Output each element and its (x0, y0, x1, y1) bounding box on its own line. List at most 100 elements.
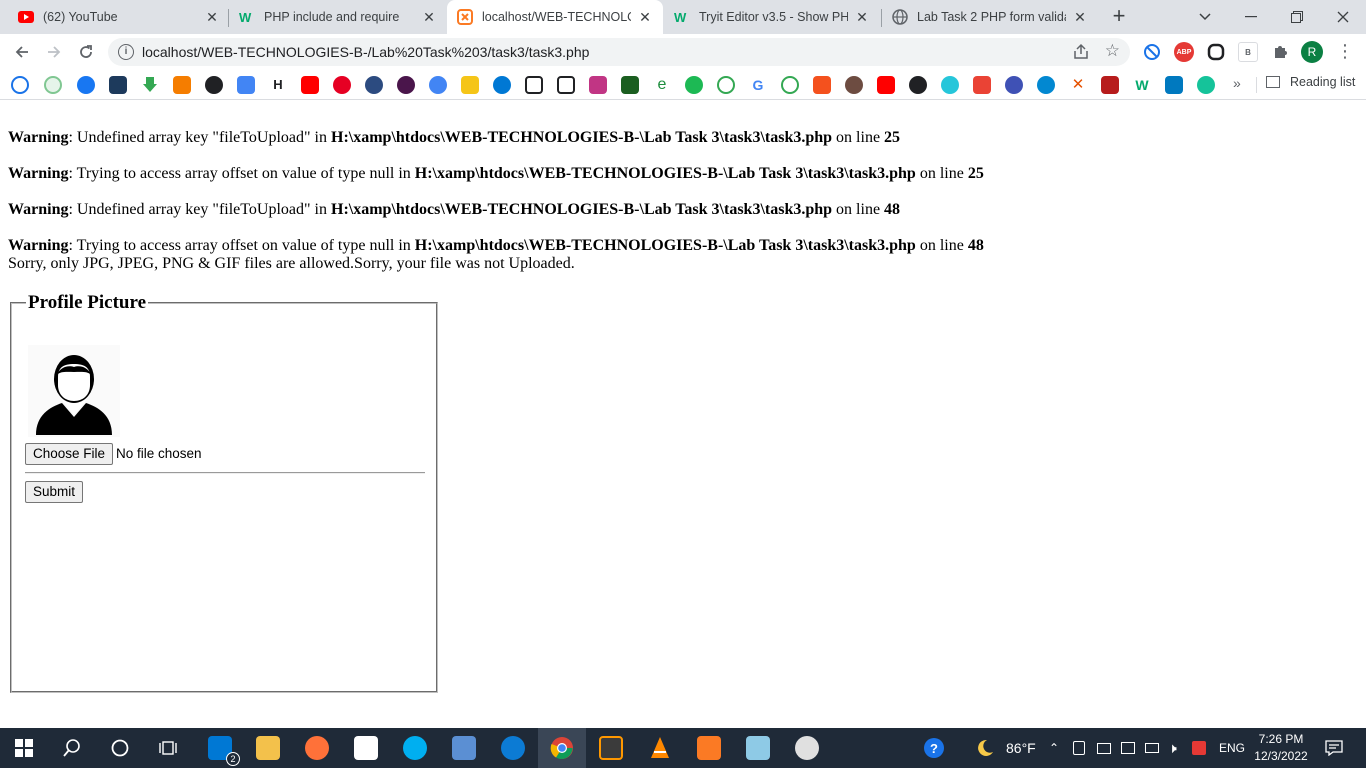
close-tab-icon[interactable]: ✕ (204, 9, 220, 25)
blogger-icon[interactable] (173, 76, 191, 94)
search-icon[interactable] (48, 728, 96, 768)
choose-file-button[interactable]: Choose File (25, 443, 114, 465)
bookmark-icon[interactable] (557, 76, 575, 94)
chrome-icon[interactable] (538, 728, 586, 768)
gmail-icon[interactable] (973, 76, 991, 94)
google-icon[interactable]: G (749, 76, 767, 94)
tab-php-include[interactable]: W PHP include and require ✕ (229, 0, 447, 34)
translate-icon[interactable] (237, 76, 255, 94)
bookmark-icon[interactable] (205, 76, 223, 94)
language-indicator[interactable]: ENG (1219, 728, 1245, 768)
bookmark-icon[interactable] (1037, 76, 1055, 94)
imdb-icon[interactable] (461, 76, 479, 94)
notifications-icon[interactable] (1325, 728, 1343, 768)
url-text[interactable]: localhost/WEB-TECHNOLOGIES-B-/Lab%20Task… (142, 44, 589, 60)
sublime-text-icon[interactable] (587, 728, 635, 768)
back-button[interactable] (10, 40, 34, 64)
forward-button[interactable] (42, 40, 66, 64)
close-window-button[interactable] (1320, 0, 1366, 34)
bookmark-icon[interactable] (621, 76, 639, 94)
bookmark-icon[interactable] (11, 76, 29, 94)
address-bar[interactable]: i localhost/WEB-TECHNOLOGIES-B-/Lab%20Ta… (108, 38, 1130, 66)
task-view-icon[interactable] (144, 728, 192, 768)
instagram-icon[interactable] (589, 76, 607, 94)
tray-icon[interactable] (1097, 728, 1111, 768)
youtube-icon[interactable] (877, 76, 895, 94)
share-icon[interactable] (1072, 43, 1090, 61)
close-tab-icon[interactable]: ✕ (1072, 9, 1088, 25)
firefox-icon[interactable] (293, 728, 341, 768)
volume-icon[interactable]: 🕨 (1168, 728, 1177, 768)
bookmark-star-icon[interactable]: ☆ (1105, 41, 1120, 61)
site-info-icon[interactable]: i (118, 44, 134, 60)
extensions-puzzle-icon[interactable] (1270, 42, 1290, 62)
bookmark-icon[interactable] (781, 76, 799, 94)
skype-icon[interactable] (391, 728, 439, 768)
cortana-icon[interactable] (96, 728, 144, 768)
bookmark-icon[interactable] (717, 76, 735, 94)
show-hidden-icons-icon[interactable]: ⌃ (1049, 728, 1059, 768)
tray-icon[interactable] (1121, 728, 1135, 768)
xampp-icon[interactable] (685, 728, 733, 768)
bookmark-icon[interactable] (525, 76, 543, 94)
bookmark-icon[interactable] (845, 76, 863, 94)
download-icon[interactable] (141, 76, 159, 94)
extension-b-icon[interactable]: B (1238, 42, 1258, 62)
help-icon[interactable]: ? (922, 728, 946, 768)
network-icon[interactable] (1145, 728, 1159, 768)
bookmark-hd-icon[interactable]: H (269, 76, 287, 94)
new-tab-button[interactable]: + (1107, 5, 1131, 29)
youtube-icon[interactable] (301, 76, 319, 94)
bookmark-ts-icon[interactable] (1101, 76, 1119, 94)
bookmark-icon[interactable] (429, 76, 447, 94)
restore-button[interactable] (1274, 0, 1320, 34)
notepad-icon[interactable] (734, 728, 782, 768)
tab-localhost[interactable]: localhost/WEB-TECHNOLOGI ✕ (447, 0, 663, 34)
tray-app-icon[interactable] (1192, 728, 1206, 768)
clock[interactable]: 7:26 PM 12/3/2022 (1250, 731, 1312, 765)
github-icon[interactable] (909, 76, 927, 94)
bookmark-icon[interactable] (1005, 76, 1023, 94)
bookmark-icon[interactable] (941, 76, 959, 94)
file-explorer-icon[interactable] (244, 728, 292, 768)
bookmark-icon[interactable] (44, 76, 62, 94)
microsoft-store-icon[interactable] (342, 728, 390, 768)
weather-temperature[interactable]: 86°F (1006, 728, 1036, 768)
adblock-plus-icon[interactable]: ABP (1174, 42, 1194, 62)
bookmark-s-icon[interactable] (109, 76, 127, 94)
tray-icon[interactable] (1073, 728, 1085, 768)
spotify-icon[interactable] (685, 76, 703, 94)
minimize-button[interactable] (1228, 0, 1274, 34)
block-extension-icon[interactable] (1142, 42, 1162, 62)
submit-button[interactable]: Submit (25, 481, 84, 503)
weather-moon-icon[interactable] (975, 728, 995, 768)
start-button[interactable] (0, 728, 48, 768)
app-icon[interactable] (440, 728, 488, 768)
facebook-icon[interactable] (77, 76, 95, 94)
bookmark-icon[interactable] (813, 76, 831, 94)
tab-youtube[interactable]: (62) YouTube ✕ (8, 0, 230, 34)
reload-button[interactable] (74, 40, 98, 64)
edge-icon[interactable] (489, 728, 537, 768)
profile-avatar[interactable]: R (1301, 41, 1323, 63)
close-tab-icon[interactable]: ✕ (854, 9, 870, 25)
browser-menu-icon[interactable]: ⋮ (1336, 40, 1354, 64)
app-icon[interactable] (783, 728, 831, 768)
w3schools-icon[interactable]: W (1133, 76, 1151, 94)
bookmarks-overflow-icon[interactable]: » (1233, 75, 1241, 91)
vlc-icon[interactable] (636, 728, 684, 768)
bookmark-x-icon[interactable]: ✕ (1069, 76, 1087, 94)
tab-search-icon[interactable] (1182, 0, 1228, 34)
tab-tryit-editor[interactable]: W Tryit Editor v3.5 - Show PHP ✕ (664, 0, 880, 34)
onedrive-icon[interactable] (493, 76, 511, 94)
reading-list-button[interactable]: Reading list (1266, 75, 1355, 89)
bookmark-icon[interactable] (397, 76, 415, 94)
bookmark-icon[interactable]: e (653, 76, 671, 94)
pinterest-icon[interactable] (333, 76, 351, 94)
close-tab-icon[interactable]: ✕ (637, 9, 653, 25)
mail-app-icon[interactable]: 2 (196, 728, 244, 768)
extension-loop-icon[interactable] (1206, 42, 1226, 62)
close-tab-icon[interactable]: ✕ (421, 9, 437, 25)
tab-lab-task-2[interactable]: Lab Task 2 PHP form validatio ✕ (882, 0, 1098, 34)
grammarly-icon[interactable] (1197, 76, 1215, 94)
